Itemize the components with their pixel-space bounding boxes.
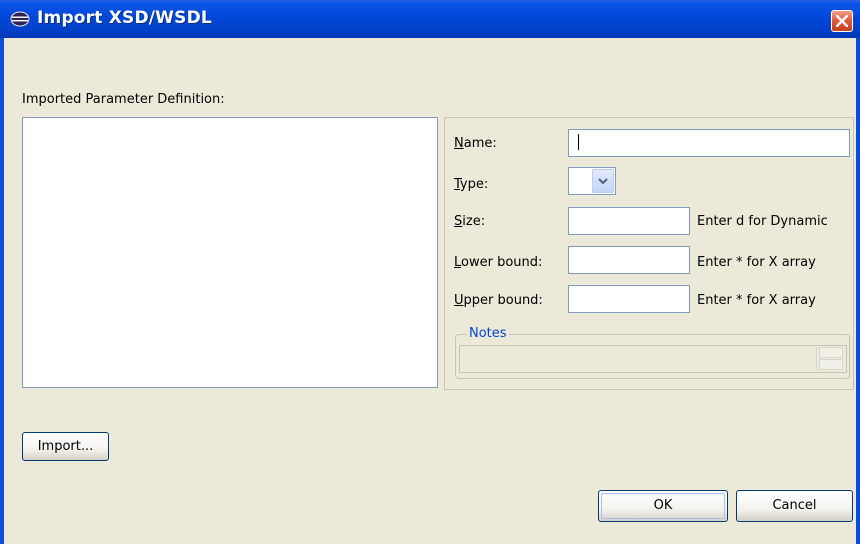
name-label: Name:	[454, 136, 497, 151]
scroll-down-button	[819, 359, 843, 370]
imported-definition-tree[interactable]	[22, 117, 438, 388]
type-select[interactable]	[568, 167, 616, 195]
close-button[interactable]	[831, 10, 853, 32]
cancel-button[interactable]: Cancel	[736, 490, 853, 522]
import-button[interactable]: Import...	[22, 432, 109, 461]
window-border-left	[0, 38, 4, 544]
type-dropdown-button[interactable]	[592, 169, 614, 193]
notes-label: Notes	[467, 326, 509, 341]
close-icon	[836, 15, 848, 27]
notes-scrollbar	[816, 347, 845, 371]
imported-definition-label: Imported Parameter Definition:	[22, 92, 225, 107]
lower-bound-label: Lower bound:	[454, 255, 543, 270]
size-input[interactable]	[568, 207, 690, 235]
window-border-right	[856, 38, 860, 544]
eclipse-icon	[10, 11, 30, 27]
name-input[interactable]	[568, 129, 850, 157]
size-label: Size:	[454, 214, 486, 229]
lower-bound-input[interactable]	[568, 246, 690, 274]
ok-button[interactable]: OK	[598, 490, 728, 522]
upper-bound-input[interactable]	[568, 285, 690, 313]
upper-bound-label: Upper bound:	[454, 293, 543, 308]
chevron-down-icon	[598, 178, 608, 185]
type-label: Type:	[454, 177, 489, 192]
scroll-up-button	[819, 347, 843, 358]
window-title: Import XSD/WSDL	[37, 8, 212, 28]
size-hint: Enter d for Dynamic	[697, 214, 828, 229]
notes-field	[459, 345, 847, 373]
upper-bound-hint: Enter * for X array	[697, 293, 816, 308]
title-bar[interactable]: Import XSD/WSDL	[0, 0, 860, 38]
lower-bound-hint: Enter * for X array	[697, 255, 816, 270]
text-caret	[578, 134, 579, 150]
